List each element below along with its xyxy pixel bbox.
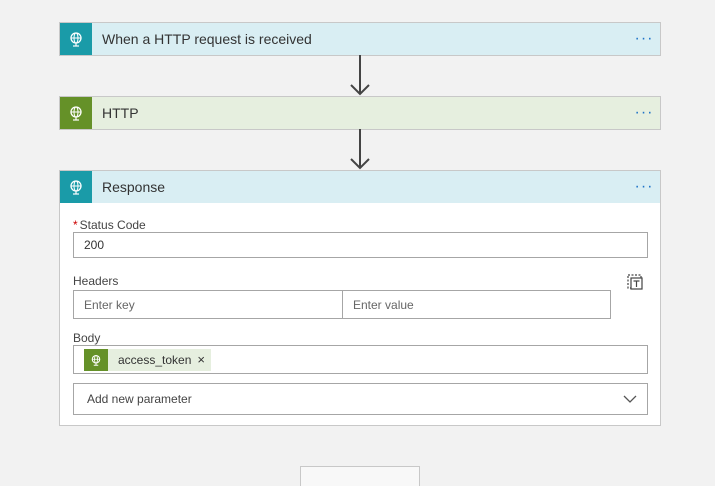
access-token-chip[interactable]: access_token × bbox=[84, 348, 211, 371]
flow-arrow-icon bbox=[350, 129, 370, 170]
header-value-input[interactable]: Enter value bbox=[342, 290, 611, 319]
header-value-placeholder: Enter value bbox=[353, 297, 414, 312]
globe-icon bbox=[60, 171, 92, 203]
header-key-placeholder: Enter key bbox=[84, 297, 135, 312]
remove-token-button[interactable]: × bbox=[197, 352, 211, 367]
status-code-value: 200 bbox=[84, 238, 105, 252]
response-step-card: Response ··· * Status Code 200 Headers En… bbox=[59, 170, 661, 426]
status-code-input[interactable]: 200 bbox=[73, 232, 648, 258]
header-key-input[interactable]: Enter key bbox=[73, 290, 343, 319]
globe-icon bbox=[84, 348, 108, 371]
globe-icon bbox=[60, 97, 92, 129]
trigger-step-header[interactable]: When a HTTP request is received ··· bbox=[60, 23, 660, 55]
globe-icon bbox=[60, 23, 92, 55]
headers-label: Headers bbox=[73, 274, 119, 288]
more-options-icon[interactable]: ··· bbox=[628, 97, 660, 129]
more-options-icon[interactable]: ··· bbox=[628, 23, 660, 55]
status-code-label-text: Status Code bbox=[79, 218, 146, 232]
http-step-header[interactable]: HTTP ··· bbox=[60, 97, 660, 129]
chevron-down-icon bbox=[623, 395, 637, 403]
more-options-icon[interactable]: ··· bbox=[628, 171, 660, 203]
http-step-card[interactable]: HTTP ··· bbox=[59, 96, 661, 130]
response-step-title: Response bbox=[102, 179, 166, 195]
response-step-header[interactable]: Response ··· bbox=[60, 171, 660, 203]
switch-to-text-mode-icon[interactable] bbox=[626, 273, 644, 291]
new-step-button[interactable] bbox=[300, 466, 420, 486]
access-token-label: access_token bbox=[118, 352, 192, 367]
body-label: Body bbox=[73, 331, 101, 345]
add-new-parameter-dropdown[interactable]: Add new parameter bbox=[73, 383, 648, 415]
status-code-label: * Status Code bbox=[73, 218, 146, 232]
flow-arrow-icon bbox=[350, 55, 370, 96]
trigger-step-title: When a HTTP request is received bbox=[102, 31, 312, 47]
http-step-title: HTTP bbox=[102, 105, 139, 121]
add-new-parameter-label: Add new parameter bbox=[87, 392, 192, 406]
trigger-step-card[interactable]: When a HTTP request is received ··· bbox=[59, 22, 661, 56]
required-marker: * bbox=[73, 218, 78, 232]
body-input[interactable]: access_token × bbox=[73, 345, 648, 374]
